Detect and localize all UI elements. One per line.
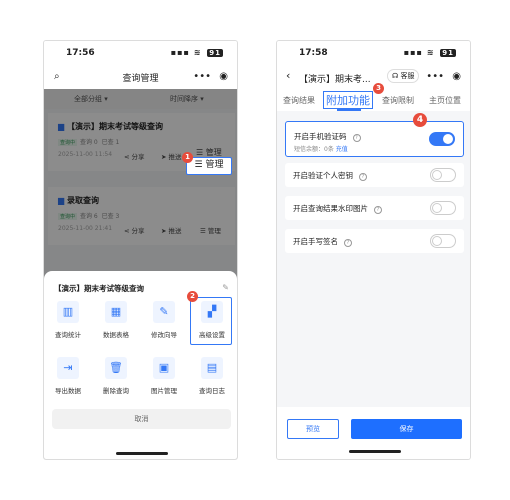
edit-icon[interactable]: ✎ bbox=[222, 283, 229, 293]
setting-label: 开启手写签名? bbox=[293, 236, 352, 247]
tab-limits[interactable]: 查询限制 bbox=[382, 95, 414, 106]
sheet-title: 【演示】期末考试等级查询 bbox=[54, 284, 144, 293]
home-indicator bbox=[116, 452, 168, 455]
tab-results[interactable]: 查询结果 bbox=[283, 95, 315, 106]
cancel-button[interactable]: 取消 bbox=[52, 409, 231, 429]
status-bar: 17:58 ▪▪▪ ≋ 91 bbox=[277, 41, 470, 65]
toggle-switch[interactable] bbox=[430, 234, 456, 248]
toggle-switch[interactable] bbox=[429, 132, 455, 146]
edit-wizard-button[interactable]: ✎ 修改向导 bbox=[144, 301, 184, 339]
more-icon[interactable]: ••• bbox=[426, 72, 444, 82]
target-icon[interactable]: ◉ bbox=[452, 72, 461, 82]
sms-balance: 短信余额：0条 充值 bbox=[294, 146, 348, 153]
data-table-button[interactable]: ▦ 数据表格 bbox=[96, 301, 136, 339]
status-time: 17:56 bbox=[66, 48, 95, 58]
setting-row-sms[interactable]: 开启手机验证码? 短信余额：0条 充值 bbox=[285, 121, 464, 157]
setting-label: 开启验证个人密钥? bbox=[293, 170, 367, 181]
status-time: 17:58 bbox=[299, 48, 328, 58]
status-bar: 17:56 ▪▪▪ ≋ 91 bbox=[44, 41, 237, 65]
image-manage-button[interactable]: ▣ 图片管理 bbox=[144, 357, 184, 395]
left-phone-screen: 17:56 ▪▪▪ ≋ 91 ⌕ 查询管理 ••• ◉ 全部分组 ▾ 时间降序 … bbox=[43, 40, 238, 460]
back-icon[interactable]: ‹ bbox=[286, 70, 290, 81]
setting-label: 开启手机验证码? bbox=[294, 131, 361, 142]
more-icon[interactable]: ••• bbox=[193, 72, 211, 82]
tab-extra-features[interactable]: 附加功能 bbox=[323, 91, 373, 109]
export-icon: ⇥ bbox=[57, 357, 79, 379]
bottom-action-bar: 预览 保存 bbox=[277, 407, 470, 459]
status-icons: ▪▪▪ ≋ 91 bbox=[170, 48, 223, 57]
trash-icon: 🗑 bbox=[105, 357, 127, 379]
status-icons: ▪▪▪ ≋ 91 bbox=[403, 48, 456, 57]
step-badge: 4 bbox=[413, 113, 427, 127]
toggle-switch[interactable] bbox=[430, 168, 456, 182]
home-indicator bbox=[349, 450, 401, 453]
stats-button[interactable]: ▥ 查询统计 bbox=[48, 301, 88, 339]
image-icon: ▣ bbox=[153, 357, 175, 379]
setting-label: 开启查询结果水印图片? bbox=[293, 203, 382, 214]
setting-row-key[interactable]: 开启验证个人密钥? bbox=[285, 163, 464, 187]
calendar-icon: ▤ bbox=[201, 357, 223, 379]
advanced-highlight bbox=[190, 297, 232, 345]
battery-icon: 91 bbox=[440, 49, 456, 57]
target-icon[interactable]: ◉ bbox=[219, 72, 228, 82]
setting-row-watermark[interactable]: 开启查询结果水印图片? bbox=[285, 196, 464, 220]
battery-icon: 91 bbox=[207, 49, 223, 57]
page-title: 【演示】期末考... bbox=[299, 75, 371, 85]
step-badge: 3 bbox=[373, 83, 384, 94]
toggle-switch[interactable] bbox=[430, 201, 456, 215]
export-button[interactable]: ⇥ 导出数据 bbox=[48, 357, 88, 395]
right-phone-screen: 17:58 ▪▪▪ ≋ 91 ‹ 【演示】期末考... ☊ 客服 ••• ◉ 查… bbox=[276, 40, 471, 460]
help-icon: ? bbox=[352, 134, 361, 142]
tab-home-position[interactable]: 主页位置 bbox=[429, 95, 461, 106]
help-icon: ? bbox=[359, 173, 367, 181]
help-icon: ? bbox=[344, 239, 352, 247]
tab-underline bbox=[337, 109, 361, 111]
step-badge: 1 bbox=[182, 152, 193, 163]
recharge-link[interactable]: 充值 bbox=[336, 146, 348, 153]
action-sheet: 【演示】期末考试等级查询 ✎ ▥ 查询统计 ▦ 数据表格 ✎ 修改向导 ▞ 高级设置 ⇥… bbox=[44, 271, 237, 459]
stats-icon: ▥ bbox=[57, 301, 79, 323]
step-badge: 2 bbox=[187, 291, 198, 302]
pen-icon: ✎ bbox=[153, 301, 175, 323]
table-icon: ▦ bbox=[105, 301, 127, 323]
tab-bar: 查询结果 附加功能 查询限制 主页位置 bbox=[277, 89, 470, 111]
service-button[interactable]: ☊ 客服 bbox=[387, 69, 420, 83]
nav-bar: ⌕ 查询管理 ••• ◉ bbox=[44, 65, 237, 89]
setting-row-signature[interactable]: 开启手写签名? bbox=[285, 229, 464, 253]
manage-highlight[interactable]: ☰ 管理 bbox=[186, 157, 232, 175]
preview-button[interactable]: 预览 bbox=[287, 419, 339, 439]
save-button[interactable]: 保存 bbox=[351, 419, 462, 439]
help-icon: ? bbox=[374, 206, 382, 214]
query-log-button[interactable]: ▤ 查询日志 bbox=[192, 357, 232, 395]
delete-button[interactable]: 🗑 删除查询 bbox=[96, 357, 136, 395]
